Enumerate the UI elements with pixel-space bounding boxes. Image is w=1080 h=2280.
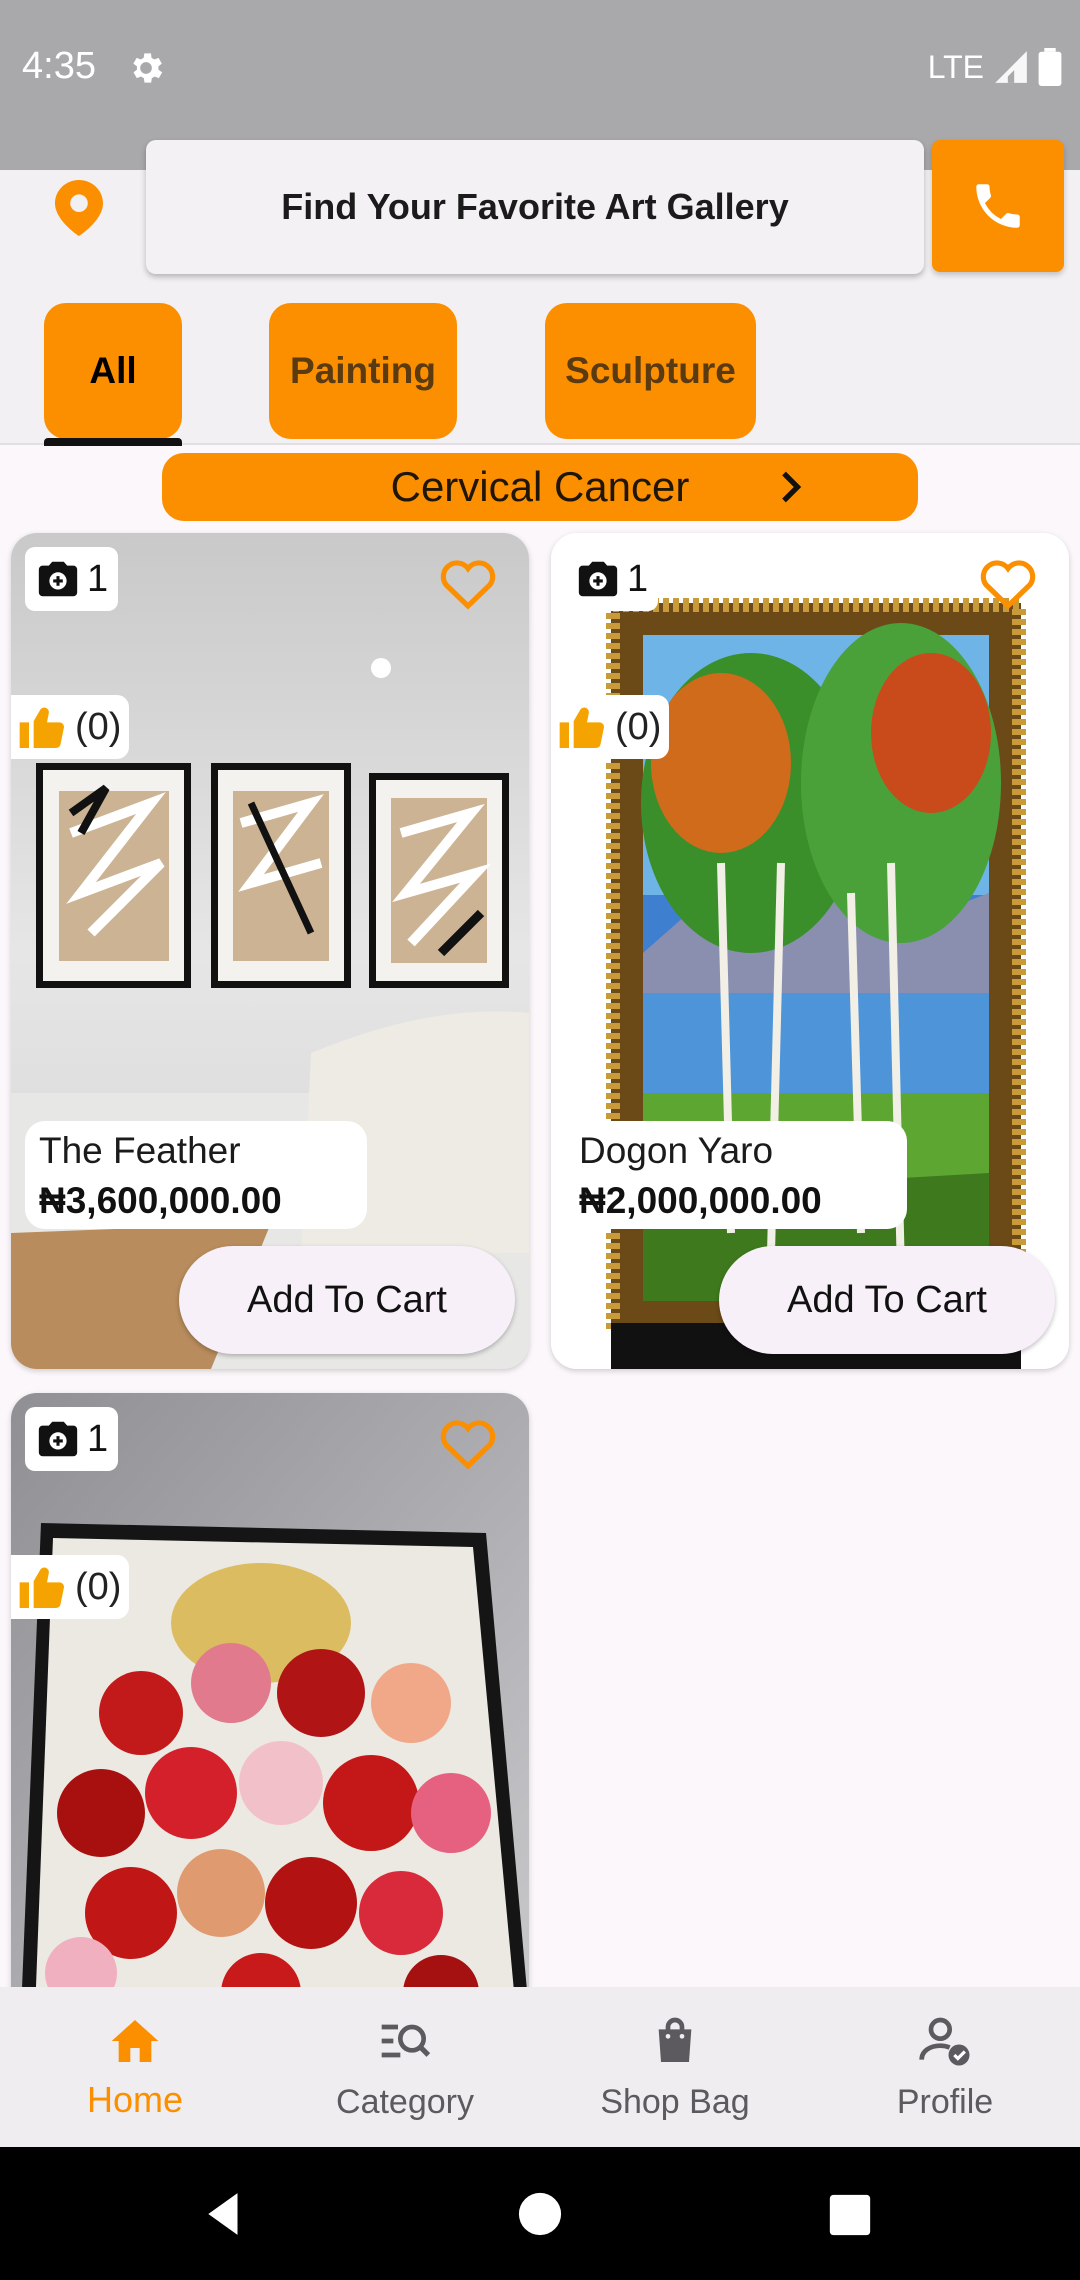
- product-price: ₦2,000,000.00: [579, 1180, 822, 1221]
- product-info: Dogon Yaro ₦2,000,000.00: [565, 1121, 907, 1229]
- system-navigation-bar: [0, 2147, 1080, 2280]
- tab-sculpture[interactable]: Sculpture: [545, 303, 756, 439]
- product-card[interactable]: 1 (0) The Feather ₦3,600,000.00 Add To C…: [11, 533, 529, 1369]
- home-circle-icon[interactable]: [517, 2191, 563, 2237]
- like-counter[interactable]: (0): [11, 1555, 130, 1619]
- photo-count: 1: [87, 557, 109, 600]
- artwork-image: [551, 533, 1069, 1369]
- like-counter[interactable]: (0): [11, 695, 130, 759]
- settings-gear-icon: [133, 53, 163, 83]
- search-title: Find Your Favorite Art Gallery: [281, 186, 789, 227]
- artwork-image: [11, 533, 529, 1369]
- heart-icon[interactable]: [977, 553, 1039, 615]
- signal-icon: [995, 51, 1027, 83]
- tab-painting[interactable]: Painting: [269, 303, 457, 439]
- thumbs-up-icon: [559, 707, 604, 749]
- network-label: LTE: [927, 48, 984, 85]
- back-icon[interactable]: [200, 2189, 250, 2239]
- heart-icon[interactable]: [437, 553, 499, 615]
- nav-home[interactable]: Home: [0, 1987, 270, 2147]
- photo-count-badge: 1: [565, 547, 659, 611]
- add-to-cart-button[interactable]: Add To Cart: [179, 1246, 515, 1354]
- recents-icon[interactable]: [828, 2193, 872, 2237]
- phone-icon: [976, 184, 1020, 228]
- product-card[interactable]: 1 (0) Dogon Yaro ₦2,000,000.00 Add To Ca…: [551, 533, 1069, 1369]
- nav-label: Shop Bag: [600, 2083, 750, 2121]
- like-count: (0): [615, 705, 662, 748]
- status-indicators: LTE: [928, 48, 1062, 86]
- tab-all[interactable]: All: [44, 303, 182, 439]
- nav-label: Profile: [896, 2083, 994, 2121]
- product-info: The Feather ₦3,600,000.00: [25, 1121, 367, 1229]
- product-price: ₦3,600,000.00: [39, 1180, 282, 1221]
- bottom-navigation: Home Category Shop Bag Profile: [0, 1987, 1080, 2147]
- product-title: Dogon Yaro: [579, 1130, 774, 1171]
- home-icon: [111, 2020, 159, 2062]
- photo-count-badge: 1: [25, 547, 119, 611]
- artwork-image: [11, 1393, 529, 2013]
- banner-label: Cervical Cancer: [390, 463, 690, 510]
- like-count: (0): [75, 1565, 122, 1608]
- call-button[interactable]: [932, 140, 1064, 272]
- chevron-right-icon: [782, 471, 802, 503]
- battery-icon: [1038, 48, 1062, 86]
- map-pin-icon[interactable]: [55, 180, 103, 236]
- profile-check-icon: [919, 2017, 970, 2066]
- nav-category[interactable]: Category: [270, 1987, 540, 2147]
- nav-profile[interactable]: Profile: [810, 1987, 1080, 2147]
- photo-count-badge: 1: [25, 1407, 119, 1471]
- like-count: (0): [75, 705, 122, 748]
- category-search-icon: [381, 2024, 431, 2058]
- add-to-cart-button[interactable]: Add To Cart: [719, 1246, 1055, 1354]
- photo-count: 1: [627, 557, 649, 600]
- category-tabs: All Painting Sculpture: [0, 300, 1080, 446]
- tab-indicator: [44, 438, 182, 446]
- campaign-banner[interactable]: Cervical Cancer: [162, 453, 918, 521]
- shopping-bag-icon: [658, 2017, 692, 2062]
- like-counter[interactable]: (0): [551, 695, 670, 759]
- nav-label: Home: [86, 2079, 184, 2120]
- nav-label: Category: [336, 2083, 474, 2121]
- search-bar[interactable]: Find Your Favorite Art Gallery: [146, 140, 924, 274]
- thumbs-up-icon: [19, 707, 64, 749]
- product-card[interactable]: 1 (0): [11, 1393, 529, 2013]
- photo-count: 1: [87, 1417, 109, 1460]
- heart-icon[interactable]: [437, 1413, 499, 1475]
- product-title: The Feather: [39, 1130, 241, 1171]
- thumbs-up-icon: [19, 1567, 64, 1609]
- camera-icon: [38, 561, 78, 597]
- camera-icon: [578, 561, 618, 597]
- nav-shop-bag[interactable]: Shop Bag: [540, 1987, 810, 2147]
- status-time: 4:35: [22, 45, 96, 87]
- camera-icon: [38, 1421, 78, 1457]
